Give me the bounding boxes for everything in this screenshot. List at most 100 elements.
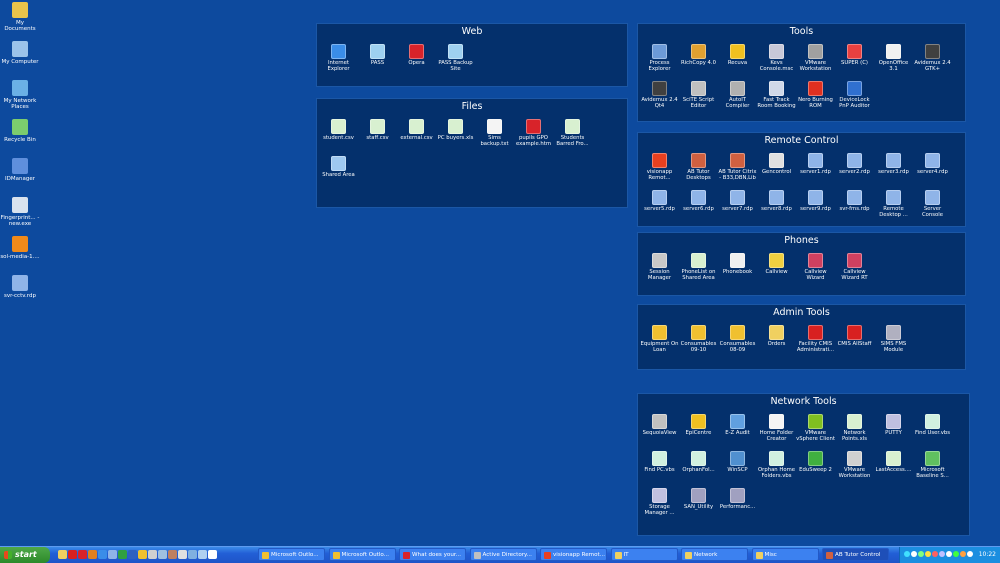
phones-launcher-item[interactable]: Callview Wizard bbox=[796, 250, 835, 287]
web-launcher-item[interactable]: Opera bbox=[397, 41, 436, 78]
ql-app2-icon[interactable] bbox=[158, 550, 167, 559]
taskbar-button[interactable]: Network bbox=[681, 548, 748, 561]
ql-app6-icon[interactable] bbox=[198, 550, 207, 559]
taskbar-button[interactable]: Microsoft Outlo... bbox=[258, 548, 325, 561]
ql-facility-icon[interactable] bbox=[68, 550, 77, 559]
tray-icon-3[interactable] bbox=[918, 551, 924, 557]
tools-launcher-item[interactable]: SciTE Script Editor bbox=[679, 78, 718, 115]
network-launcher-item[interactable]: Microsoft Baseline S... bbox=[913, 448, 952, 485]
tools-launcher-item[interactable]: Fast Track Room Booking bbox=[757, 78, 796, 115]
files-launcher-item[interactable]: Students Barred Fro... bbox=[553, 116, 592, 153]
remote-launcher-item[interactable]: server5.rdp bbox=[640, 187, 679, 224]
tray-icon-9[interactable] bbox=[960, 551, 966, 557]
admin-launcher-item[interactable]: Facility CMIS Administrati... bbox=[796, 322, 835, 359]
network-launcher-item[interactable]: Performanc... bbox=[718, 485, 757, 522]
remote-launcher-item[interactable]: svr-fms.rdp bbox=[835, 187, 874, 224]
network-launcher-item[interactable]: Storage Manager ... bbox=[640, 485, 679, 522]
admin-launcher-item[interactable]: SIMS FMS Module bbox=[874, 322, 913, 359]
ql-opera-icon[interactable] bbox=[78, 550, 87, 559]
remote-launcher-item[interactable]: AB Tutor Citrix - B33,DBN,Lib bbox=[718, 150, 757, 187]
ql-more-icon[interactable] bbox=[208, 550, 217, 559]
tools-launcher-item[interactable]: SUPER (C) bbox=[835, 41, 874, 78]
admin-launcher-item[interactable]: Equipment On Loan bbox=[640, 322, 679, 359]
remote-launcher-item[interactable]: server3.rdp bbox=[874, 150, 913, 187]
ql-app3-icon[interactable] bbox=[168, 550, 177, 559]
admin-launcher-item[interactable]: Consumables 08-09 bbox=[718, 322, 757, 359]
admin-launcher-item[interactable]: Consumables 09-10 bbox=[679, 322, 718, 359]
phones-launcher-item[interactable]: Callview Wizard RT bbox=[835, 250, 874, 287]
remote-launcher-item[interactable]: server1.rdp bbox=[796, 150, 835, 187]
files-launcher-item[interactable]: Shared Area bbox=[319, 153, 358, 190]
tray-icon-1[interactable] bbox=[904, 551, 910, 557]
network-launcher-item[interactable]: VMware Workstation bbox=[835, 448, 874, 485]
admin-launcher-item[interactable]: CMIS AllStaff bbox=[835, 322, 874, 359]
remote-launcher-item[interactable]: server6.rdp bbox=[679, 187, 718, 224]
network-launcher-item[interactable]: LastAccess.... bbox=[874, 448, 913, 485]
desktop-icon[interactable]: Fingerprint... - new.exe bbox=[0, 197, 40, 228]
network-launcher-item[interactable]: WinSCP bbox=[718, 448, 757, 485]
ql-app4-icon[interactable] bbox=[178, 550, 187, 559]
ql-firefox-icon[interactable] bbox=[88, 550, 97, 559]
remote-launcher-item[interactable]: Gencontrol bbox=[757, 150, 796, 187]
network-launcher-item[interactable]: Network Points.xls bbox=[835, 411, 874, 448]
network-launcher-item[interactable]: SequoiaView bbox=[640, 411, 679, 448]
desktop-icon[interactable]: Recycle Bin bbox=[0, 119, 40, 143]
ql-remote-icon[interactable] bbox=[108, 550, 117, 559]
taskbar-button[interactable]: AB Tutor Control bbox=[822, 548, 889, 561]
files-launcher-item[interactable]: external.csv bbox=[397, 116, 436, 153]
network-launcher-item[interactable]: Find PC.vbs bbox=[640, 448, 679, 485]
phones-launcher-item[interactable]: PhoneList on Shared Area bbox=[679, 250, 718, 287]
web-launcher-item[interactable]: PASS bbox=[358, 41, 397, 78]
ql-app5-icon[interactable] bbox=[188, 550, 197, 559]
ql-app-icon[interactable] bbox=[148, 550, 157, 559]
tray-icon-8[interactable] bbox=[953, 551, 959, 557]
network-launcher-item[interactable]: SAN_Utility bbox=[679, 485, 718, 522]
taskbar-button[interactable]: Active Directory... bbox=[469, 548, 537, 561]
desktop-icon[interactable]: IDManager bbox=[0, 158, 40, 182]
phones-launcher-item[interactable]: Phonebook bbox=[718, 250, 757, 287]
ql-ie-icon[interactable] bbox=[98, 550, 107, 559]
tools-launcher-item[interactable]: VMware Workstation bbox=[796, 41, 835, 78]
remote-launcher-item[interactable]: Remote Desktop ... bbox=[874, 187, 913, 224]
desktop-icon[interactable]: svr-cctv.rdp bbox=[0, 275, 40, 299]
remote-launcher-item[interactable]: server7.rdp bbox=[718, 187, 757, 224]
network-launcher-item[interactable]: EduSweep 2 bbox=[796, 448, 835, 485]
desktop-icon[interactable]: sol-media-1.... bbox=[0, 236, 40, 260]
web-launcher-item[interactable]: Internet Explorer bbox=[319, 41, 358, 78]
files-launcher-item[interactable]: Sims backup.txt bbox=[475, 116, 514, 153]
admin-launcher-item[interactable]: Orders bbox=[757, 322, 796, 359]
desktop-icon[interactable]: My Computer bbox=[0, 41, 40, 65]
ql-outlook-icon[interactable] bbox=[138, 550, 147, 559]
network-launcher-item[interactable]: EpiCentre bbox=[679, 411, 718, 448]
tools-launcher-item[interactable]: Kevs Console.msc bbox=[757, 41, 796, 78]
clock[interactable]: 10:22 bbox=[979, 547, 996, 563]
network-launcher-item[interactable]: Home Folder Creator bbox=[757, 411, 796, 448]
ql-excel-icon[interactable] bbox=[118, 550, 127, 559]
tools-launcher-item[interactable]: Recuva bbox=[718, 41, 757, 78]
remote-launcher-item[interactable]: server9.rdp bbox=[796, 187, 835, 224]
desktop-icon[interactable]: My Documents bbox=[0, 2, 40, 33]
tools-launcher-item[interactable]: Process Explorer bbox=[640, 41, 679, 78]
taskbar-button[interactable]: visionapp Remot... bbox=[540, 548, 607, 561]
ql-word-icon[interactable] bbox=[128, 550, 137, 559]
phones-launcher-item[interactable]: Session Manager bbox=[640, 250, 679, 287]
tray-icon-5[interactable] bbox=[932, 551, 938, 557]
network-launcher-item[interactable]: VMware vSphere Client bbox=[796, 411, 835, 448]
ql-folder-icon[interactable] bbox=[58, 550, 67, 559]
remote-launcher-item[interactable]: server2.rdp bbox=[835, 150, 874, 187]
tray-icon-4[interactable] bbox=[925, 551, 931, 557]
phones-launcher-item[interactable]: Callview bbox=[757, 250, 796, 287]
network-launcher-item[interactable]: OrphanFol... bbox=[679, 448, 718, 485]
network-launcher-item[interactable]: PUTTY bbox=[874, 411, 913, 448]
tools-launcher-item[interactable]: DeviceLock PnP Auditor bbox=[835, 78, 874, 115]
start-button[interactable]: start bbox=[0, 547, 50, 563]
tray-icon-10[interactable] bbox=[967, 551, 973, 557]
remote-launcher-item[interactable]: AB Tutor Desktops bbox=[679, 150, 718, 187]
tools-launcher-item[interactable]: RichCopy 4.0 bbox=[679, 41, 718, 78]
network-launcher-item[interactable]: E-Z Audit bbox=[718, 411, 757, 448]
tools-launcher-item[interactable]: OpenOffice 3.1 bbox=[874, 41, 913, 78]
network-launcher-item[interactable]: Find User.vbs bbox=[913, 411, 952, 448]
files-launcher-item[interactable]: staff.csv bbox=[358, 116, 397, 153]
taskbar-button[interactable]: What does your... bbox=[399, 548, 466, 561]
tools-launcher-item[interactable]: Avidemux 2.4 Qt4 bbox=[640, 78, 679, 115]
